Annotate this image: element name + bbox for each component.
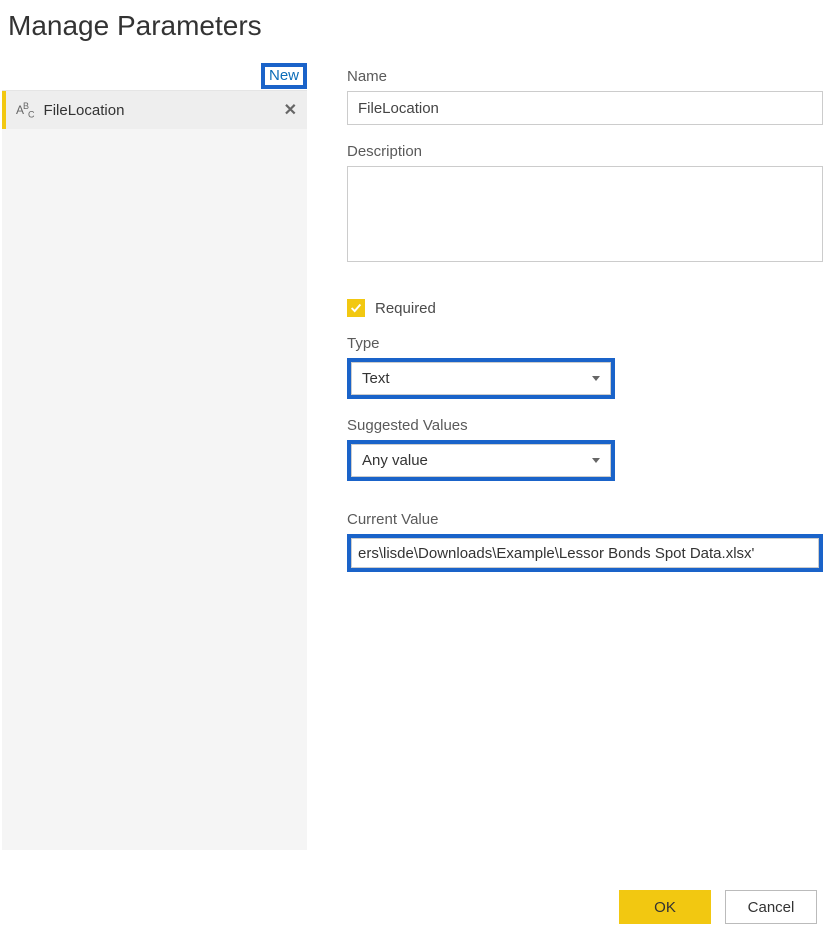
suggested-values-dropdown-value: Any value: [362, 452, 428, 469]
delete-parameter-icon[interactable]: ✕: [280, 100, 301, 120]
required-checkbox[interactable]: [347, 299, 365, 317]
cancel-button[interactable]: Cancel: [725, 890, 817, 924]
text-type-icon: ABC: [16, 101, 34, 119]
description-input[interactable]: [347, 166, 823, 262]
parameter-list-panel: New ABC FileLocation ✕: [2, 62, 307, 850]
dialog-title: Manage Parameters: [8, 10, 829, 42]
parameter-list: ABC FileLocation ✕: [2, 90, 307, 850]
required-label: Required: [375, 300, 436, 317]
type-label: Type: [347, 335, 823, 352]
current-value-input[interactable]: [351, 538, 819, 568]
type-dropdown-value: Text: [362, 370, 390, 387]
suggested-values-dropdown[interactable]: Any value: [351, 444, 611, 477]
suggested-values-label: Suggested Values: [347, 417, 823, 434]
chevron-down-icon: [592, 458, 600, 463]
chevron-down-icon: [592, 376, 600, 381]
parameter-item-name: FileLocation: [44, 102, 270, 119]
current-value-label: Current Value: [347, 511, 823, 528]
description-label: Description: [347, 143, 823, 160]
ok-button[interactable]: OK: [619, 890, 711, 924]
name-input[interactable]: [347, 91, 823, 125]
parameter-item[interactable]: ABC FileLocation ✕: [2, 91, 307, 129]
type-dropdown[interactable]: Text: [351, 362, 611, 395]
parameter-form: Name Description Required Type Text Sugg…: [347, 62, 829, 572]
new-parameter-link[interactable]: New: [261, 63, 307, 89]
name-label: Name: [347, 68, 823, 85]
checkmark-icon: [349, 301, 363, 315]
